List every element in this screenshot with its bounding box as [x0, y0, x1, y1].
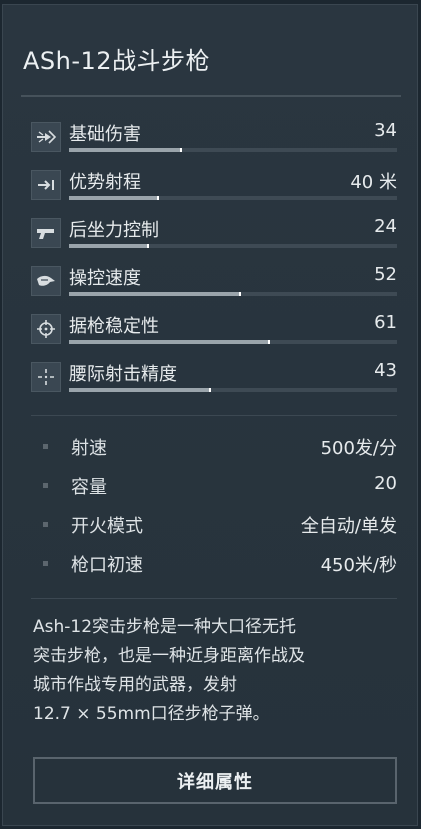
stat-value: 34 — [374, 120, 397, 141]
weapon-description: Ash-12突击步枪是一种大口径无托 突击步枪，也是一种近身距离作战及 城市作战… — [33, 613, 383, 729]
stability-crosshair-icon — [31, 314, 61, 344]
stat-bar — [69, 244, 397, 248]
spec-value: 450米/秒 — [320, 555, 397, 576]
stat-row-recoil: 后坐力控制 24 — [31, 214, 397, 258]
spec-value: 20 — [374, 473, 397, 494]
spec-label: 容量 — [71, 477, 107, 498]
spec-value: 500发/分 — [320, 438, 397, 459]
stat-row-handling: 操控速度 52 — [31, 262, 397, 306]
bullet-dot — [43, 444, 48, 449]
bullet-dot — [43, 483, 48, 488]
section-divider — [31, 598, 397, 599]
stat-bar — [69, 340, 397, 344]
stat-value: 40 米 — [350, 172, 397, 193]
stat-bar — [69, 292, 397, 296]
description-line: Ash-12突击步枪是一种大口径无托 — [33, 617, 297, 637]
description-line: 城市作战专用的武器，发射 — [33, 675, 237, 695]
description-line: 12.7 × 55mm口径步枪子弹。 — [33, 704, 270, 724]
stat-bar-fill — [69, 244, 149, 248]
spec-label: 射速 — [71, 438, 107, 459]
stat-value: 24 — [374, 216, 397, 237]
damage-icon — [31, 122, 61, 152]
stat-label: 基础伤害 — [69, 124, 141, 145]
stat-bar — [69, 196, 397, 200]
spec-label: 开火模式 — [71, 516, 143, 537]
spec-row-capacity: 容量 20 — [43, 473, 397, 499]
stat-value: 52 — [374, 264, 397, 285]
spec-label: 枪口初速 — [71, 555, 143, 576]
description-line: 突击步枪，也是一种近身距离作战及 — [33, 646, 305, 666]
stat-label: 腰际射击精度 — [69, 364, 177, 385]
bullet-dot — [43, 522, 48, 527]
range-arrow-icon — [31, 170, 61, 200]
section-divider — [31, 415, 397, 416]
stat-row-stability: 据枪稳定性 61 — [31, 310, 397, 354]
recoil-pistol-icon — [31, 218, 61, 248]
detail-attributes-button[interactable]: 详细属性 — [33, 757, 397, 804]
stat-label: 后坐力控制 — [69, 220, 159, 241]
stat-label: 据枪稳定性 — [69, 316, 159, 337]
stat-label: 优势射程 — [69, 172, 141, 193]
stat-bar-fill — [69, 388, 212, 392]
weapon-info-panel: ASh-12战斗步枪 基础伤害 34 优势射程 40 米 后坐力控制 24 操控… — [2, 4, 418, 826]
stat-value: 43 — [374, 360, 397, 381]
stat-bar-fill — [69, 340, 271, 344]
stat-bar-fill — [69, 196, 159, 200]
stat-bar-fill — [69, 292, 241, 296]
stat-value: 61 — [374, 312, 397, 333]
stat-bar-fill — [69, 148, 182, 152]
bullet-dot — [43, 561, 48, 566]
title-divider — [21, 95, 401, 97]
stat-row-hipfire: 腰际射击精度 43 — [31, 358, 397, 402]
stat-row-damage: 基础伤害 34 — [31, 118, 397, 162]
spec-row-fire-mode: 开火模式 全自动/单发 — [43, 512, 397, 538]
spec-value: 全自动/单发 — [300, 516, 397, 537]
handling-hand-icon — [31, 266, 61, 296]
hipfire-crosshair-icon — [31, 362, 61, 392]
stat-label: 操控速度 — [69, 268, 141, 289]
stat-bar — [69, 148, 397, 152]
weapon-title: ASh-12战斗步枪 — [23, 47, 211, 75]
stat-bar — [69, 388, 397, 392]
spec-row-fire-rate: 射速 500发/分 — [43, 434, 397, 460]
stat-row-range: 优势射程 40 米 — [31, 166, 397, 210]
spec-row-muzzle-velocity: 枪口初速 450米/秒 — [43, 551, 397, 577]
